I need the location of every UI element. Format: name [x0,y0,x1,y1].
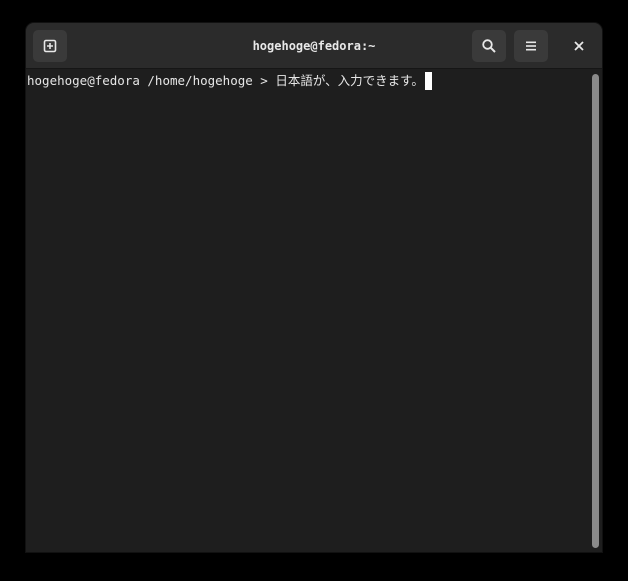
main-menu-button[interactable] [514,30,548,62]
hamburger-menu-icon [526,41,536,51]
scrollbar-thumb[interactable] [592,74,599,548]
search-button[interactable] [472,30,506,62]
shell-prompt: hogehoge@fedora /home/hogehoge > [27,73,276,88]
close-icon [574,41,584,51]
terminal-window: hogehoge@fedora:~ hogehoge@fedora /home/… [26,23,602,552]
command-input: 日本語が、入力できます。 [275,73,424,88]
terminal-output[interactable]: hogehoge@fedora /home/hogehoge > 日本語が、入力… [26,69,588,552]
new-tab-icon [43,39,57,53]
text-cursor [424,72,432,90]
header-bar[interactable]: hogehoge@fedora:~ [26,23,602,69]
vertical-scrollbar[interactable] [588,69,602,552]
search-icon [482,39,496,53]
close-button[interactable] [562,30,596,62]
new-tab-button[interactable] [33,30,67,62]
